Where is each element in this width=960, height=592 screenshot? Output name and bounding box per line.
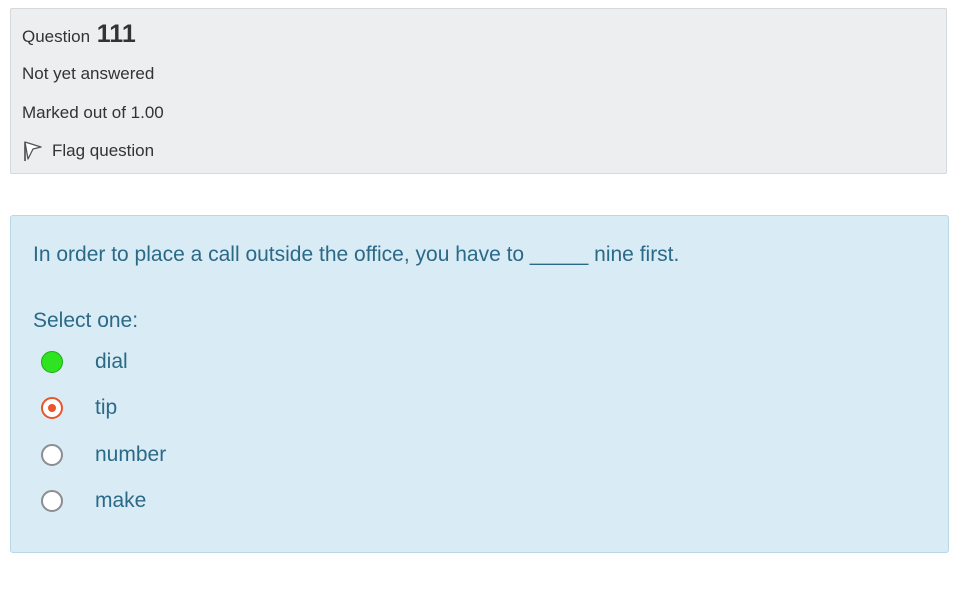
select-one-prompt: Select one: [33,309,139,332]
answer-label: number [95,443,167,466]
answer-radio[interactable] [41,444,63,466]
answer-radio-highlighted[interactable] [41,351,63,373]
question-state: Not yet answered [22,64,155,83]
answer-option-tip[interactable]: tip [33,393,117,423]
question-label: Question [22,27,91,46]
flag-question-link[interactable]: Flag question [22,140,154,162]
answer-label: tip [95,396,118,419]
question-number: 111 [96,20,136,48]
answer-radio[interactable] [41,490,63,512]
answer-option-dial[interactable]: dial [33,347,128,377]
flag-question-label: Flag question [52,141,155,160]
question-number-heading: Question 111 [22,20,136,49]
question-info-panel: Question 111 Not yet answered Marked out… [10,8,947,174]
question-formulation-panel: In order to place a call outside the off… [10,215,949,553]
answer-radio-selected[interactable] [41,397,63,419]
question-text: In order to place a call outside the off… [33,243,680,266]
answer-option-number[interactable]: number [33,440,166,470]
question-grade: Marked out of 1.00 [22,103,164,122]
answer-label: dial [95,350,128,373]
answer-option-make[interactable]: make [33,486,146,516]
flag-icon [22,140,44,162]
answer-label: make [95,489,147,512]
